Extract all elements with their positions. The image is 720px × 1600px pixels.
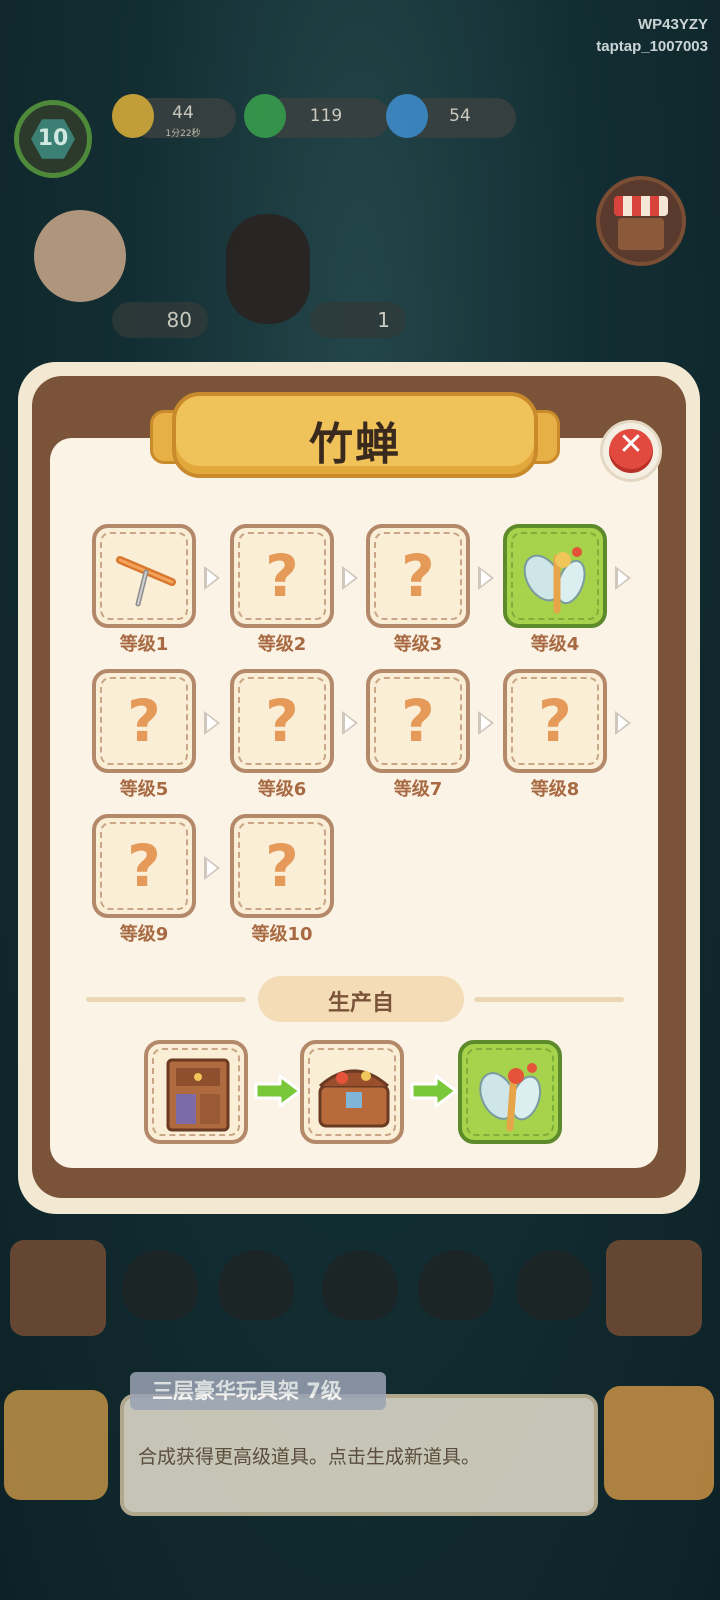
chain-arrow-icon	[342, 566, 358, 590]
character-left-stat: 80	[112, 302, 208, 338]
modal-title: 竹蝉	[309, 419, 401, 470]
bamboo-dragonfly-icon	[523, 547, 586, 614]
chain-arrow-icon	[204, 856, 220, 880]
character-girl-avatar[interactable]	[226, 214, 310, 324]
chain-arrow-icon	[615, 711, 631, 735]
board-item-pot[interactable]	[122, 1250, 198, 1320]
watermark: WP43YZY taptap_1007003	[596, 14, 708, 58]
producer-tile-chest[interactable]	[300, 1040, 404, 1144]
toy-cabinet-icon	[166, 1058, 230, 1132]
produced-from-label: 生产自	[327, 991, 394, 1016]
question-mark-icon: ?	[127, 832, 161, 900]
player-level-value: 10	[37, 126, 69, 151]
level-tile-8[interactable]: ?	[503, 669, 607, 773]
shop-awning-icon	[614, 196, 668, 216]
board-slot-crate-left[interactable]	[10, 1240, 106, 1336]
divider-line-left	[86, 997, 246, 1002]
map-button[interactable]	[604, 1386, 714, 1500]
question-mark-icon: ?	[265, 832, 299, 900]
level-label-6: 等级6	[257, 779, 307, 800]
shop-stall-icon	[618, 218, 664, 250]
arrow-right-icon	[254, 1074, 302, 1108]
character-boy-avatar[interactable]	[34, 210, 126, 302]
level-label-7: 等级7	[393, 779, 443, 800]
board-slot-crate-right[interactable]	[606, 1240, 702, 1336]
character-right-stat-value: 1	[377, 308, 390, 332]
level-tile-7[interactable]: ?	[366, 669, 470, 773]
level-label-10: 等级10	[251, 924, 313, 945]
energy-timer: 1分22秒	[165, 129, 201, 139]
level-tile-4[interactable]	[503, 524, 607, 628]
energy-counter[interactable]: 44 1分22秒	[112, 94, 236, 139]
gems-value: 54	[449, 106, 471, 126]
level-tile-2[interactable]: ?	[230, 524, 334, 628]
coins-value: 119	[309, 106, 343, 126]
energy-value: 44	[172, 103, 194, 123]
bamboo-dragonfly-icon	[479, 1063, 542, 1132]
question-mark-icon: ?	[401, 687, 435, 755]
level-label-9: 等级9	[119, 924, 169, 945]
question-mark-icon: ?	[127, 687, 161, 755]
close-button[interactable]: ✕	[600, 420, 662, 482]
level-tile-6[interactable]: ?	[230, 669, 334, 773]
chain-arrow-icon	[204, 566, 220, 590]
chain-arrow-icon	[478, 566, 494, 590]
chain-arrow-icon	[615, 566, 631, 590]
chain-arrow-icon	[342, 711, 358, 735]
board-item-pot[interactable]	[322, 1250, 398, 1320]
storage-box-button[interactable]	[4, 1390, 108, 1500]
character-right-stat: 1	[310, 302, 406, 338]
item-info-title: 三层豪华玩具架 7级	[130, 1372, 386, 1410]
level-tile-5[interactable]: ?	[92, 669, 196, 773]
level-label-3: 等级3	[393, 634, 443, 655]
question-mark-icon: ?	[401, 542, 435, 610]
chain-arrow-icon	[204, 711, 220, 735]
coins-counter[interactable]: 119	[244, 94, 390, 138]
item-info-description: 合成获得更高级道具。点击生成新道具。	[138, 1446, 481, 1468]
close-x-glyph: ✕	[618, 427, 644, 462]
watermark-user: taptap_1007003	[596, 38, 708, 55]
board-item-pot[interactable]	[218, 1250, 294, 1320]
divider-line-right	[474, 997, 624, 1002]
watermark-id: WP43YZY	[637, 16, 708, 33]
board-item-pot[interactable]	[418, 1250, 494, 1320]
arrow-right-icon	[410, 1074, 458, 1108]
chain-arrow-icon	[478, 711, 494, 735]
level-tile-9[interactable]: ?	[92, 814, 196, 918]
level-tile-3[interactable]: ?	[366, 524, 470, 628]
player-level-badge[interactable]: 10	[14, 100, 92, 178]
question-mark-icon: ?	[265, 542, 299, 610]
level-label-4: 等级4	[530, 634, 580, 655]
bamboo-stick-icon	[116, 556, 176, 607]
character-left-stat-value: 80	[166, 308, 192, 332]
producer-tile-result[interactable]	[458, 1040, 562, 1144]
question-mark-icon: ?	[265, 687, 299, 755]
level-label-5: 等级5	[119, 779, 169, 800]
shop-button[interactable]	[596, 176, 686, 266]
level-label-1: 等级1	[119, 634, 169, 655]
level-label-2: 等级2	[257, 634, 307, 655]
gems-counter[interactable]: 54	[386, 94, 516, 138]
level-tile-10[interactable]: ?	[230, 814, 334, 918]
producer-tile-cabinet[interactable]	[144, 1040, 248, 1144]
question-mark-icon: ?	[538, 687, 572, 755]
level-label-8: 等级8	[530, 779, 580, 800]
level-tile-1[interactable]	[92, 524, 196, 628]
board-item-pot[interactable]	[516, 1250, 592, 1320]
toy-chest-icon	[318, 1069, 390, 1128]
